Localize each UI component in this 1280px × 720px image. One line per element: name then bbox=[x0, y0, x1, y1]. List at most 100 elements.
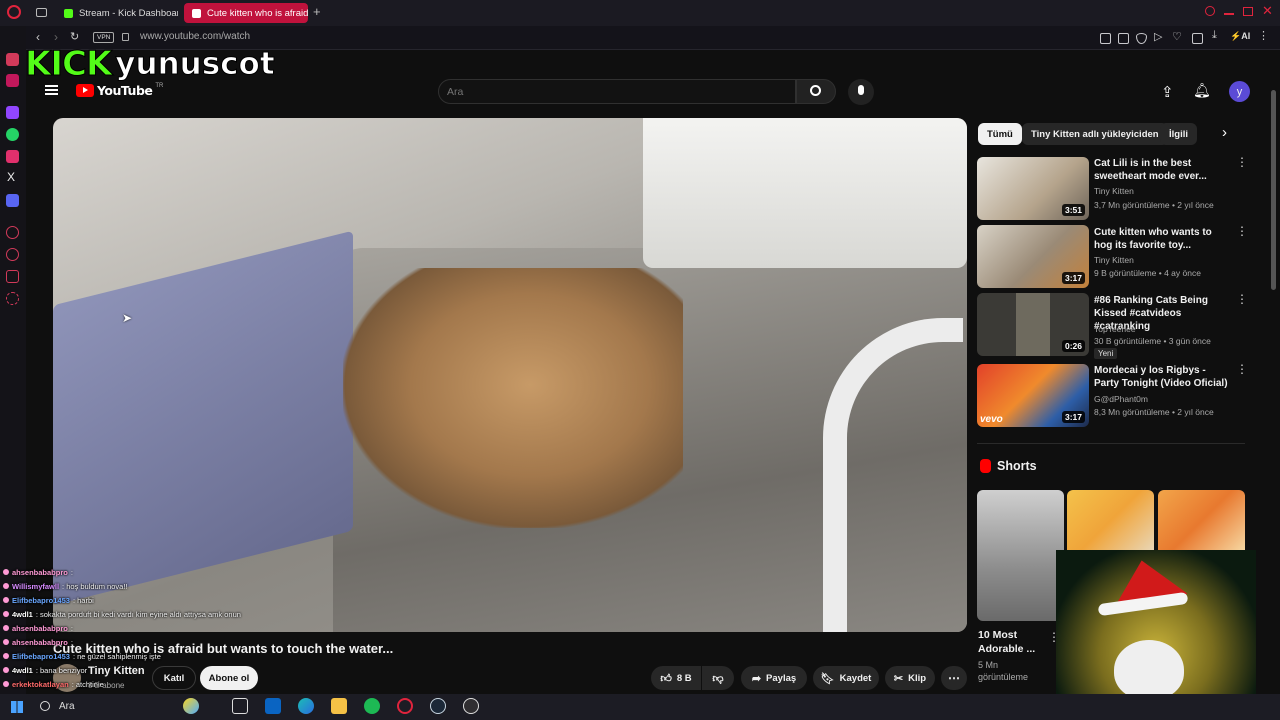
share-button[interactable]: ➦ Paylaş bbox=[741, 666, 807, 690]
chat-username[interactable]: ahsenbababpro bbox=[12, 568, 68, 577]
rec-channel[interactable]: TopTeehee bbox=[1094, 324, 1136, 334]
rec-thumbnail[interactable]: 0:26 bbox=[977, 293, 1089, 356]
chips-next-icon[interactable]: › bbox=[1222, 124, 1227, 141]
spotify-icon[interactable] bbox=[364, 698, 380, 714]
notifications-bell-icon[interactable]: 🔔︎ bbox=[1193, 82, 1211, 99]
chat-username[interactable]: 4wdl1 bbox=[12, 666, 33, 675]
vpn-badge[interactable]: VPN bbox=[93, 32, 115, 43]
short-thumbnail[interactable] bbox=[977, 490, 1064, 621]
chat-username[interactable]: Willismyfawll bbox=[12, 582, 59, 591]
channel-name[interactable]: Tiny Kitten bbox=[88, 665, 145, 677]
rec-menu-icon[interactable]: ⋮ bbox=[1236, 293, 1248, 305]
reload-icon[interactable]: ↻ bbox=[70, 30, 79, 43]
search-input[interactable] bbox=[447, 84, 777, 100]
url-field[interactable]: www.youtube.com/watch bbox=[140, 31, 250, 42]
edge-icon[interactable] bbox=[298, 698, 314, 714]
rec-title[interactable]: Cute kitten who wants to hog its favorit… bbox=[1094, 226, 1230, 252]
twitch-icon[interactable] bbox=[6, 106, 19, 119]
clip-button[interactable]: ✂ Klip bbox=[885, 666, 935, 690]
rec-stats: 30 B görüntüleme • 3 gün önce bbox=[1094, 336, 1211, 346]
instagram-icon[interactable] bbox=[6, 150, 19, 163]
rec-thumbnail[interactable]: vevo 3:17 bbox=[977, 364, 1089, 427]
rec-channel[interactable]: Tiny Kitten bbox=[1094, 186, 1134, 196]
rec-title[interactable]: Cat Lili is in the best sweetheart mode … bbox=[1094, 157, 1230, 183]
search-box[interactable] bbox=[438, 79, 796, 104]
chat-username[interactable]: Elifbebapro1453 bbox=[12, 596, 70, 605]
play-icon[interactable]: ▷ bbox=[1154, 30, 1162, 43]
chat-username[interactable]: 4wdl1 bbox=[12, 610, 33, 619]
clock-icon[interactable] bbox=[6, 248, 19, 261]
whatsapp-icon[interactable] bbox=[6, 128, 19, 141]
account-avatar[interactable]: y bbox=[1229, 81, 1250, 102]
rec-menu-icon[interactable]: ⋮ bbox=[1236, 225, 1248, 237]
like-button[interactable]: 👍︎ 8 B bbox=[651, 666, 701, 690]
rec-thumbnail[interactable]: 3:17 bbox=[977, 225, 1089, 288]
bookmarks-icon[interactable] bbox=[6, 270, 19, 283]
copilot-icon[interactable] bbox=[183, 698, 199, 714]
search-button[interactable] bbox=[796, 79, 836, 104]
chat-username[interactable]: ahsenbababpro bbox=[12, 638, 68, 647]
opera-gx-icon[interactable] bbox=[397, 698, 413, 714]
snap-icon[interactable] bbox=[1100, 33, 1111, 44]
rec-channel[interactable]: Tiny Kitten bbox=[1094, 255, 1134, 265]
task-view-icon[interactable] bbox=[232, 698, 248, 714]
chat-username[interactable]: ahsenbababpro bbox=[12, 624, 68, 633]
download-icon[interactable]: ⤓ bbox=[1212, 29, 1217, 42]
chip-related[interactable]: İlgili bbox=[1160, 123, 1197, 145]
back-icon[interactable]: ‹ bbox=[36, 30, 40, 44]
rec-thumbnail[interactable]: 3:51 bbox=[977, 157, 1089, 220]
menu-icon[interactable]: ⋮ bbox=[1258, 29, 1269, 42]
new-tab-button[interactable]: + bbox=[313, 4, 321, 19]
mail-icon[interactable] bbox=[6, 74, 19, 87]
search-tabs-icon[interactable] bbox=[1205, 6, 1215, 16]
forward-icon[interactable]: › bbox=[54, 30, 58, 44]
short-thumbnail[interactable] bbox=[1158, 490, 1245, 552]
chat-username[interactable]: erkektokatlayan bbox=[12, 680, 69, 689]
tab-overview-icon[interactable] bbox=[36, 8, 47, 17]
wallet-icon[interactable] bbox=[1192, 33, 1203, 44]
discord-icon[interactable] bbox=[6, 194, 19, 207]
taskbar-search-label[interactable]: Ara bbox=[59, 701, 75, 712]
tab-kick-dashboard[interactable]: Stream - Kick Dashboard bbox=[56, 3, 178, 23]
maximize-button[interactable] bbox=[1243, 7, 1253, 16]
video-player[interactable] bbox=[53, 118, 967, 632]
taskbar-search-icon[interactable] bbox=[40, 701, 50, 711]
history-icon[interactable] bbox=[6, 226, 19, 239]
steam-icon[interactable] bbox=[430, 698, 446, 714]
youtube-logo[interactable]: YouTube TR bbox=[76, 83, 163, 98]
heart-icon[interactable]: ♡ bbox=[1172, 30, 1182, 43]
chip-all[interactable]: Tümü bbox=[978, 123, 1022, 145]
rec-channel[interactable]: G@dPhant0m bbox=[1094, 394, 1148, 404]
dislike-button[interactable]: 👎︎ bbox=[702, 666, 734, 690]
shield-icon[interactable] bbox=[1136, 33, 1147, 44]
lock-icon[interactable] bbox=[122, 33, 129, 41]
upload-icon[interactable]: ⇪ bbox=[1161, 83, 1174, 101]
tab-youtube-video[interactable]: Cute kitten who is afraid bbox=[184, 3, 308, 23]
rec-title[interactable]: Mordecai y los Rigbys - Party Tonight (V… bbox=[1094, 364, 1230, 390]
more-actions-button[interactable]: ⋯ bbox=[941, 666, 967, 690]
voice-search-button[interactable] bbox=[848, 79, 874, 105]
messenger-icon[interactable] bbox=[6, 53, 19, 66]
file-explorer-icon[interactable] bbox=[331, 698, 347, 714]
page-scrollbar[interactable] bbox=[1271, 90, 1276, 290]
hamburger-menu-icon[interactable] bbox=[45, 85, 58, 95]
ai-button[interactable]: ⚡AI bbox=[1230, 31, 1250, 42]
join-button[interactable]: Katıl bbox=[152, 666, 196, 690]
obs-icon[interactable] bbox=[463, 698, 479, 714]
subscribe-button[interactable]: Abone ol bbox=[200, 666, 258, 690]
windows-start-icon[interactable] bbox=[11, 701, 23, 713]
rec-menu-icon[interactable]: ⋮ bbox=[1236, 156, 1248, 168]
minimize-button[interactable] bbox=[1224, 13, 1234, 15]
close-window-button[interactable]: ✕ bbox=[1262, 3, 1273, 19]
short-thumbnail[interactable] bbox=[1067, 490, 1154, 552]
rec-menu-icon[interactable]: ⋮ bbox=[1236, 363, 1248, 375]
outlook-icon[interactable] bbox=[265, 698, 281, 714]
screenshot-icon[interactable] bbox=[1118, 33, 1129, 44]
save-button[interactable]: 🔖︎ Kaydet bbox=[813, 666, 879, 690]
opera-logo-icon[interactable] bbox=[7, 5, 21, 19]
x-twitter-icon[interactable]: X bbox=[7, 170, 15, 184]
chat-username[interactable]: Elifbebapro1453 bbox=[12, 652, 70, 661]
settings-icon[interactable] bbox=[6, 292, 19, 305]
short-title[interactable]: 10 Most Adorable ... bbox=[978, 628, 1048, 656]
chip-from-uploader[interactable]: Tiny Kitten adlı yükleyiciden bbox=[1022, 123, 1168, 145]
